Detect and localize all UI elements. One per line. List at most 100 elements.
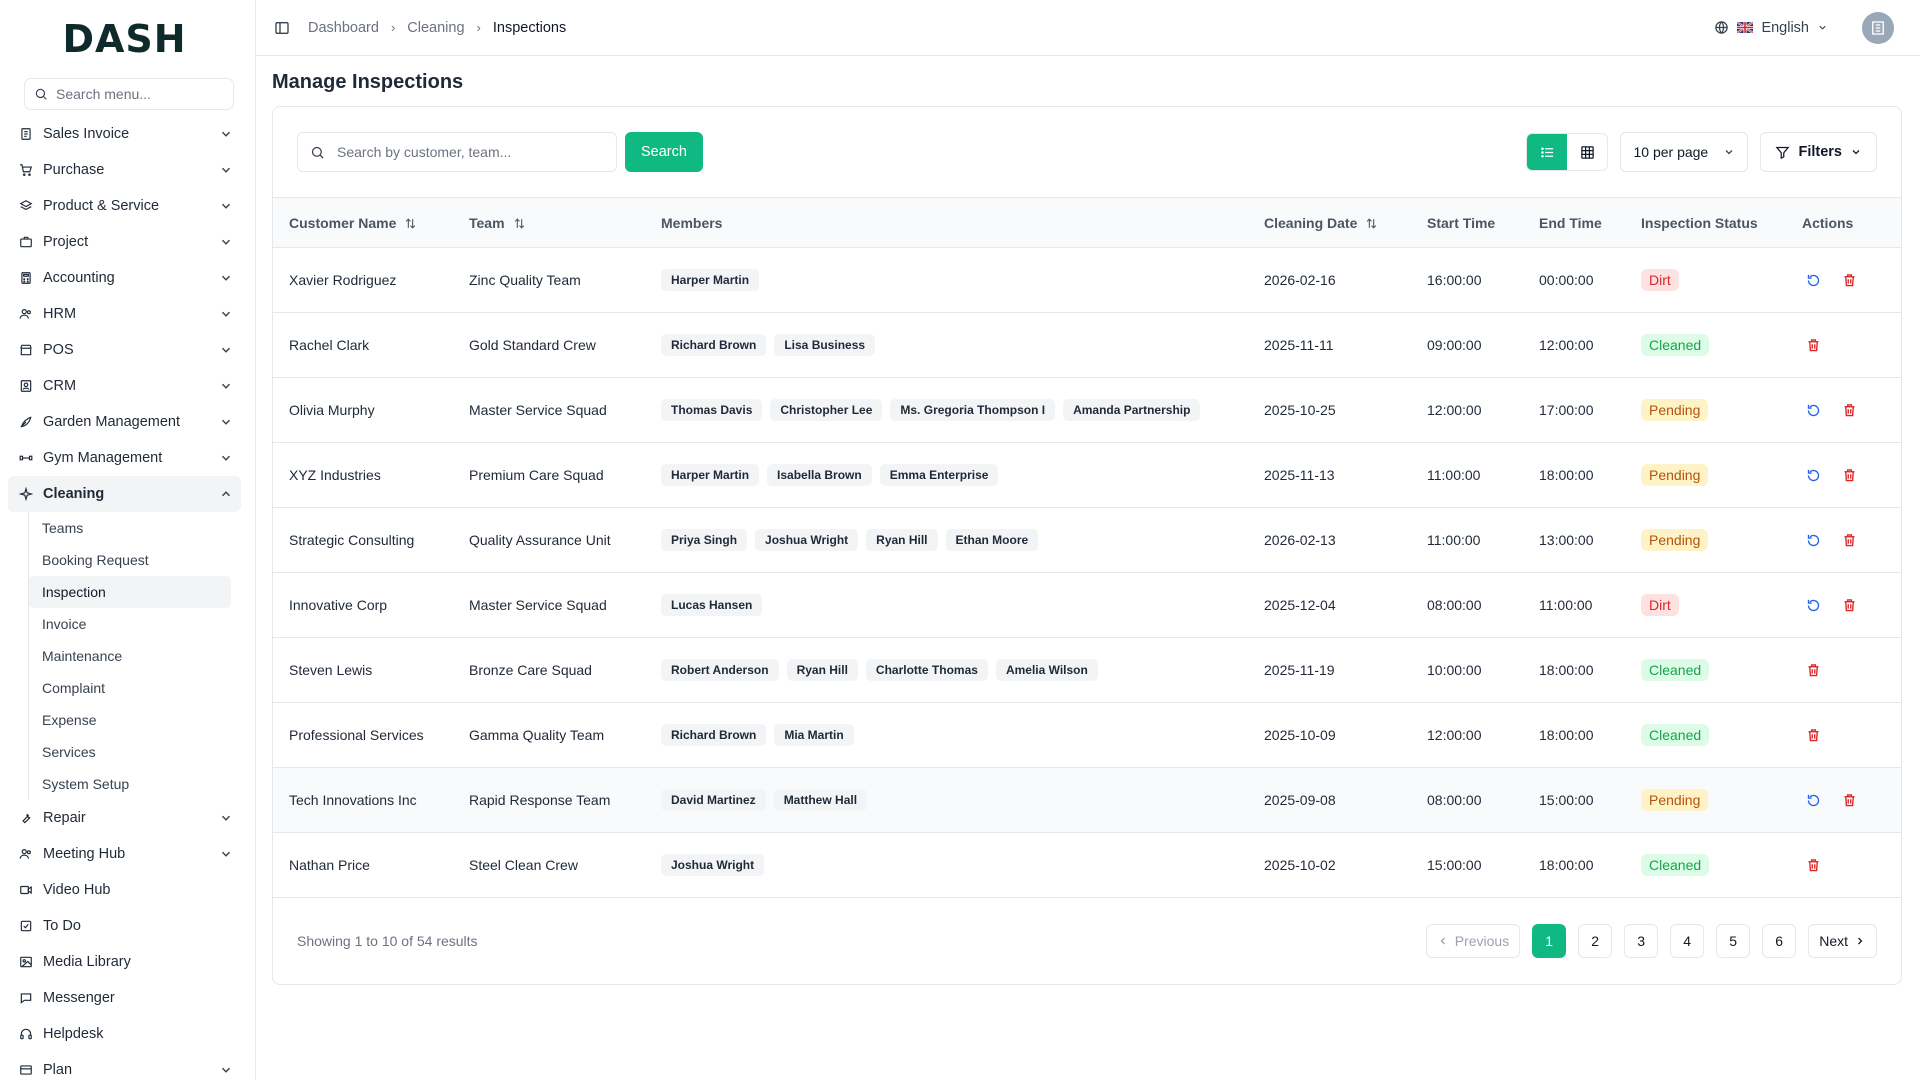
submenu-item-invoice[interactable]: Invoice (29, 608, 231, 640)
status-badge: Dirt (1641, 269, 1679, 291)
member-chip: Richard Brown (661, 334, 767, 356)
sidebar-item-gym-management[interactable]: Gym Management (8, 440, 241, 476)
reset-button[interactable] (1802, 269, 1824, 291)
breadcrumb-dashboard[interactable]: Dashboard (308, 20, 379, 36)
page-button-5[interactable]: 5 (1716, 924, 1751, 958)
submenu-item-inspection[interactable]: Inspection (29, 576, 231, 608)
cell-customer: Innovative Corp (289, 597, 388, 613)
sidebar-item-repair[interactable]: Repair (8, 800, 241, 836)
chevron-down-icon (221, 1067, 231, 1073)
previous-page-button[interactable]: Previous (1425, 924, 1521, 958)
results-summary: Showing 1 to 10 of 54 results (297, 933, 478, 949)
chevron-right-icon (1858, 937, 1863, 945)
page-button-4[interactable]: 4 (1670, 924, 1705, 958)
per-page-select[interactable]: 10 per page (1620, 132, 1749, 172)
reset-button[interactable] (1802, 464, 1824, 486)
sidebar-item-pos[interactable]: POS (8, 332, 241, 368)
grid-view-button[interactable] (1567, 134, 1607, 170)
page-button-6[interactable]: 6 (1762, 924, 1797, 958)
wrench-icon-wrap (18, 810, 34, 826)
submenu-item-maintenance[interactable]: Maintenance (29, 640, 231, 672)
sidebar-item-crm[interactable]: CRM (8, 368, 241, 404)
sidebar-item-meeting-hub[interactable]: Meeting Hub (8, 836, 241, 872)
cell-team: Bronze Care Squad (469, 662, 592, 678)
reset-button[interactable] (1802, 529, 1824, 551)
sidebar-item-to-do[interactable]: To Do (8, 908, 241, 944)
reset-button[interactable] (1802, 399, 1824, 421)
sidebar-item-sales-invoice[interactable]: Sales Invoice (8, 116, 241, 152)
view-toggle (1526, 133, 1609, 171)
delete-button[interactable] (1838, 399, 1860, 421)
delete-button[interactable] (1802, 659, 1824, 681)
column-header-label: Cleaning Date (1264, 214, 1358, 231)
page-button-1[interactable]: 1 (1532, 924, 1567, 958)
sidebar-item-hrm[interactable]: HRM (8, 296, 241, 332)
delete-button[interactable] (1802, 724, 1824, 746)
column-header-label: Inspection Status (1641, 214, 1758, 231)
sidebar-item-accounting[interactable]: Accounting (8, 260, 241, 296)
column-header-customer-name[interactable]: Customer Name (273, 198, 453, 248)
table-row: Professional Services Gamma Quality Team R… (273, 703, 1901, 768)
table-row: Innovative Corp Master Service Squad Lucas… (273, 573, 1901, 638)
table-search-input[interactable] (337, 144, 597, 160)
sidebar-toggle-icon[interactable] (274, 20, 290, 36)
column-header-cleaning-date[interactable]: Cleaning Date (1248, 198, 1411, 248)
breadcrumb-cleaning[interactable]: Cleaning (407, 20, 464, 36)
sort-icon[interactable] (513, 217, 526, 230)
page-button-3[interactable]: 3 (1624, 924, 1659, 958)
sidebar-item-label: Product & Service (43, 198, 160, 214)
delete-button[interactable] (1838, 529, 1860, 551)
table-row: Xavier Rodriguez Zinc Quality Team Harper … (273, 248, 1901, 313)
column-header-team[interactable]: Team (453, 198, 645, 248)
delete-button[interactable] (1838, 789, 1860, 811)
cell-start-time: 09:00:00 (1427, 337, 1482, 353)
content: Manage Inspections Search by customer, t… (256, 56, 1920, 985)
image-icon-wrap (18, 954, 34, 970)
sidebar-item-media-library[interactable]: Media Library (8, 944, 241, 980)
search-button[interactable]: Search (625, 132, 703, 172)
page-button-2[interactable]: 2 (1578, 924, 1613, 958)
sidebar-item-cleaning[interactable]: Cleaning (8, 476, 241, 512)
language-selector[interactable]: English (1714, 20, 1828, 36)
filters-button[interactable]: Filters (1760, 132, 1877, 172)
reset-button[interactable] (1802, 594, 1824, 616)
sidebar-search-input[interactable] (56, 86, 216, 102)
sidebar-item-purchase[interactable]: Purchase (8, 152, 241, 188)
chevron-down-icon (221, 347, 231, 353)
submenu-item-complaint[interactable]: Complaint (29, 672, 231, 704)
sidebar-item-garden-management[interactable]: Garden Management (8, 404, 241, 440)
delete-button[interactable] (1838, 594, 1860, 616)
cart-icon (20, 164, 33, 176)
chevron-down-icon (1726, 150, 1733, 155)
delete-button[interactable] (1802, 854, 1824, 876)
status-badge: Cleaned (1641, 724, 1710, 746)
submenu-item-services[interactable]: Services (29, 736, 231, 768)
sidebar-item-product-service[interactable]: Product & Service (8, 188, 241, 224)
submenu-item-teams[interactable]: Teams (29, 512, 231, 544)
main-area: Dashboard › Cleaning › Inspections Engli… (256, 0, 1920, 1080)
sidebar-item-video-hub[interactable]: Video Hub (8, 872, 241, 908)
user-avatar[interactable] (1862, 11, 1894, 44)
member-chip: Ms. Gregoria Thompson I (890, 399, 1056, 421)
reset-button[interactable] (1802, 789, 1824, 811)
contact-icon (20, 380, 32, 392)
delete-button[interactable] (1802, 334, 1824, 356)
delete-button[interactable] (1838, 269, 1860, 291)
sort-icon[interactable] (404, 217, 417, 230)
brand-logo[interactable]: DASH (8, 0, 241, 78)
reset-icon (1807, 599, 1819, 611)
sidebar-item-label: Gym Management (43, 450, 163, 466)
sidebar-item-messenger[interactable]: Messenger (8, 980, 241, 1016)
sidebar-item-helpdesk[interactable]: Helpdesk (8, 1016, 241, 1052)
list-view-button[interactable] (1527, 134, 1568, 170)
submenu-item-system-setup[interactable]: System Setup (29, 768, 231, 800)
delete-button[interactable] (1838, 464, 1860, 486)
sidebar-item-project[interactable]: Project (8, 224, 241, 260)
sidebar-item-plan[interactable]: Plan (8, 1052, 241, 1080)
submenu-item-booking-request[interactable]: Booking Request (29, 544, 231, 576)
next-page-button[interactable]: Next (1808, 924, 1877, 958)
submenu-item-expense[interactable]: Expense (29, 704, 231, 736)
column-header-label: Customer Name (289, 214, 397, 231)
sort-icon[interactable] (1365, 217, 1378, 230)
cell-date: 2025-11-13 (1264, 467, 1335, 483)
